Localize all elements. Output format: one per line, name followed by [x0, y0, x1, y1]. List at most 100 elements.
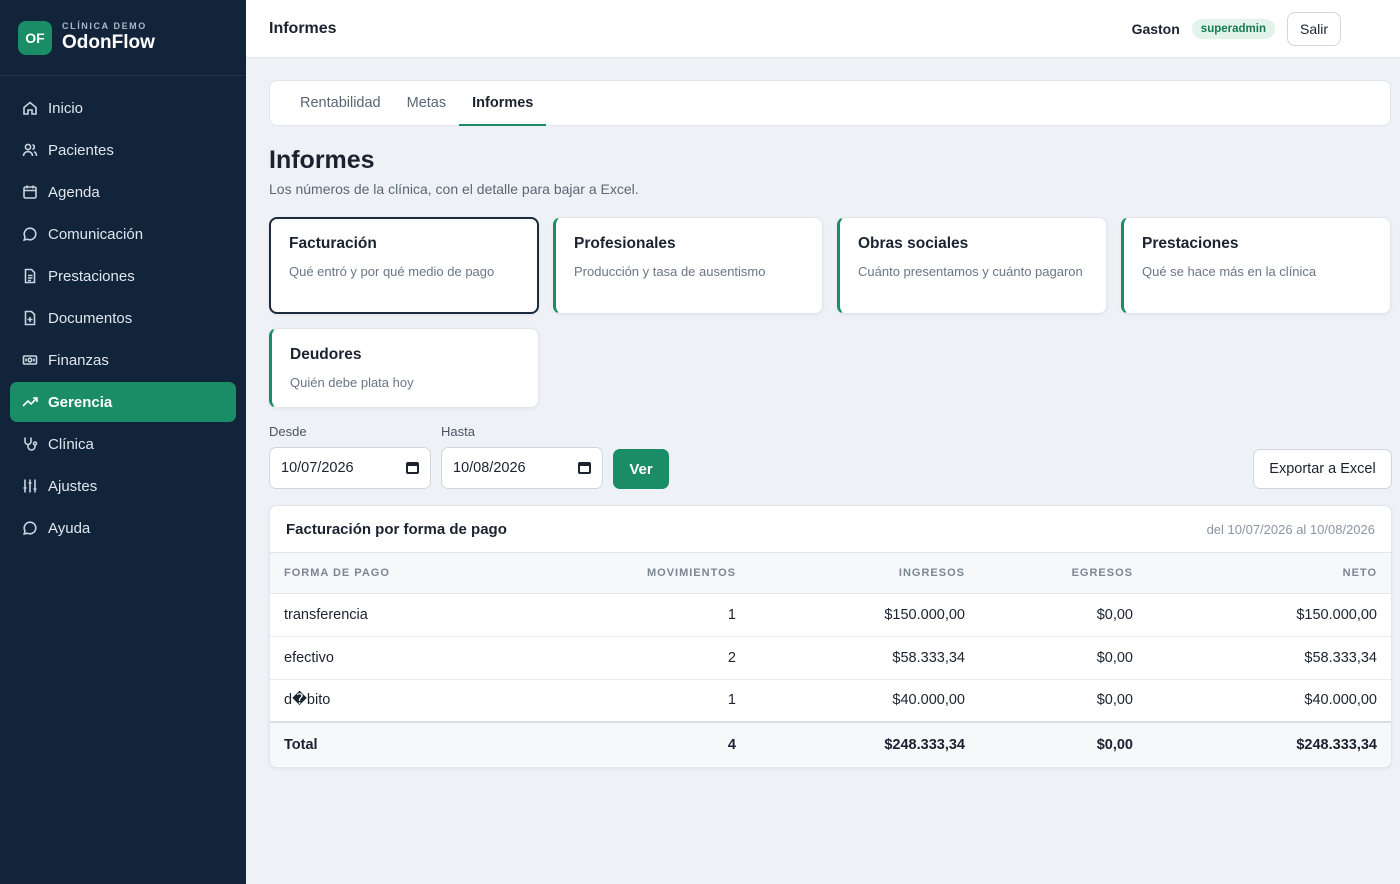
hasta-label: Hasta — [441, 424, 475, 439]
sidebar-item-label: Agenda — [48, 183, 100, 201]
sidebar-item-label: Ajustes — [48, 477, 98, 495]
report-card-title: Obras sociales — [858, 235, 969, 252]
desde-date-input[interactable]: 10/07/2026 — [269, 447, 431, 489]
facturacion-table-card: Facturación por forma de pago del 10/07/… — [269, 505, 1392, 768]
report-card-desc: Cuánto presentamos y cuánto pagaron — [858, 264, 1083, 279]
total-egresos: $0,00 — [979, 721, 1147, 766]
column-header: FORMA DE PAGO — [270, 553, 510, 594]
cell-neto: $150.000,00 — [1147, 593, 1391, 637]
sidebar-item-label: Ayuda — [48, 519, 91, 537]
sidebar-item-pacientes[interactable]: Pacientes — [10, 130, 236, 170]
calendar-icon — [22, 184, 38, 200]
trend-up-icon — [22, 394, 38, 410]
report-card-title: Deudores — [290, 346, 362, 363]
sidebar-item-label: Clínica — [48, 435, 94, 453]
cell-ingresos: $40.000,00 — [750, 679, 979, 723]
file-plus-icon — [22, 310, 38, 326]
page-subtitle: Los números de la clínica, con el detall… — [269, 181, 639, 197]
desde-label: Desde — [269, 424, 307, 439]
money-icon — [22, 352, 38, 368]
table-row: efectivo 2 $58.333,34 $0,00 $58.333,34 — [270, 636, 1391, 680]
sidebar-item-finanzas[interactable]: Finanzas — [10, 340, 236, 380]
total-label: Total — [270, 721, 510, 766]
sidebar: OF CLÍNICA DEMO OdonFlow Inicio Paciente… — [0, 0, 246, 884]
hasta-date-input[interactable]: 10/08/2026 — [441, 447, 603, 489]
cell-egresos: $0,00 — [979, 636, 1147, 680]
sidebar-item-agenda[interactable]: Agenda — [10, 172, 236, 212]
help-chat-icon — [22, 520, 38, 536]
topbar: Informes Gaston superadmin Salir — [246, 0, 1400, 58]
report-card-prestaciones[interactable]: Prestaciones Qué se hace más en la clíni… — [1121, 217, 1391, 314]
brand[interactable]: OF CLÍNICA DEMO OdonFlow — [0, 0, 246, 76]
cell-neto: $58.333,34 — [1147, 636, 1391, 680]
sidebar-item-ayuda[interactable]: Ayuda — [10, 508, 236, 548]
table-title: Facturación por forma de pago — [286, 520, 507, 538]
table-total-row: Total 4 $248.333,34 $0,00 $248.333,34 — [270, 721, 1391, 766]
report-card-desc: Qué entró y por qué medio de pago — [289, 264, 495, 279]
home-icon — [22, 100, 38, 116]
users-icon — [22, 142, 38, 158]
sidebar-item-label: Prestaciones — [48, 267, 135, 285]
report-card-profesionales[interactable]: Profesionales Producción y tasa de ausen… — [553, 217, 823, 314]
calendar-icon[interactable] — [406, 462, 419, 474]
report-card-title: Facturación — [289, 235, 377, 252]
tab-rentabilidad[interactable]: Rentabilidad — [287, 81, 394, 125]
main-content: Rentabilidad Metas Informes Informes Los… — [246, 58, 1400, 884]
tabs-bar: Rentabilidad Metas Informes — [269, 80, 1391, 126]
report-card-title: Prestaciones — [1142, 235, 1239, 252]
sidebar-item-label: Inicio — [48, 99, 84, 117]
table-row: d�bito 1 $40.000,00 $0,00 $40.000,00 — [270, 679, 1391, 723]
ver-button[interactable]: Ver — [613, 449, 669, 489]
sidebar-item-label: Pacientes — [48, 141, 114, 159]
sidebar-item-label: Documentos — [48, 309, 133, 327]
tab-informes[interactable]: Informes — [459, 81, 547, 126]
brand-kicker: CLÍNICA DEMO — [62, 21, 147, 31]
calendar-icon[interactable] — [578, 462, 591, 474]
report-card-facturacion[interactable]: Facturación Qué entró y por qué medio de… — [269, 217, 539, 314]
role-badge: superadmin — [1191, 18, 1275, 39]
document-icon — [22, 268, 38, 284]
report-card-desc: Qué se hace más en la clínica — [1142, 264, 1317, 279]
sidebar-item-inicio[interactable]: Inicio — [10, 88, 236, 128]
user-name: Gaston — [1131, 20, 1180, 37]
report-card-obras-sociales[interactable]: Obras sociales Cuánto presentamos y cuán… — [837, 217, 1107, 314]
desde-date-value: 10/07/2026 — [281, 460, 354, 476]
cell-forma-pago: efectivo — [270, 636, 510, 680]
column-header: MOVIMIENTOS — [510, 553, 750, 594]
cell-forma-pago: d�bito — [270, 679, 510, 723]
cell-movimientos: 1 — [510, 593, 750, 637]
sidebar-item-label: Finanzas — [48, 351, 109, 369]
table-header-row: FORMA DE PAGO MOVIMIENTOS INGRESOS EGRES… — [270, 553, 1391, 594]
chat-icon — [22, 226, 38, 242]
sliders-icon — [22, 478, 38, 494]
sidebar-item-label: Comunicación — [48, 225, 144, 243]
report-card-deudores[interactable]: Deudores Quién debe plata hoy — [269, 328, 539, 408]
cell-forma-pago: transferencia — [270, 593, 510, 637]
sidebar-item-clinica[interactable]: Clínica — [10, 424, 236, 464]
sidebar-item-prestaciones[interactable]: Prestaciones — [10, 256, 236, 296]
sidebar-item-label: Gerencia — [48, 393, 113, 411]
cell-movimientos: 1 — [510, 679, 750, 723]
tab-metas[interactable]: Metas — [394, 81, 460, 125]
column-header: EGRESOS — [979, 553, 1147, 594]
brand-name: OdonFlow — [62, 32, 155, 53]
column-header: INGRESOS — [750, 553, 979, 594]
table-date-range: del 10/07/2026 al 10/08/2026 — [1206, 521, 1375, 537]
report-card-desc: Quién debe plata hoy — [290, 375, 414, 390]
export-excel-button[interactable]: Exportar a Excel — [1253, 449, 1392, 489]
cell-ingresos: $150.000,00 — [750, 593, 979, 637]
sidebar-item-ajustes[interactable]: Ajustes — [10, 466, 236, 506]
topbar-title: Informes — [269, 19, 337, 37]
logout-button[interactable]: Salir — [1286, 11, 1341, 46]
cell-ingresos: $58.333,34 — [750, 636, 979, 680]
total-ingresos: $248.333,34 — [750, 721, 979, 766]
sidebar-item-gerencia[interactable]: Gerencia — [10, 382, 236, 422]
cell-egresos: $0,00 — [979, 679, 1147, 723]
brand-logo: OF — [18, 20, 52, 55]
sidebar-item-comunicacion[interactable]: Comunicación — [10, 214, 236, 254]
sidebar-nav: Inicio Pacientes Agenda Comunicación Pre… — [0, 76, 246, 548]
cell-movimientos: 2 — [510, 636, 750, 680]
column-header: NETO — [1147, 553, 1391, 594]
report-card-title: Profesionales — [574, 235, 676, 252]
sidebar-item-documentos[interactable]: Documentos — [10, 298, 236, 338]
